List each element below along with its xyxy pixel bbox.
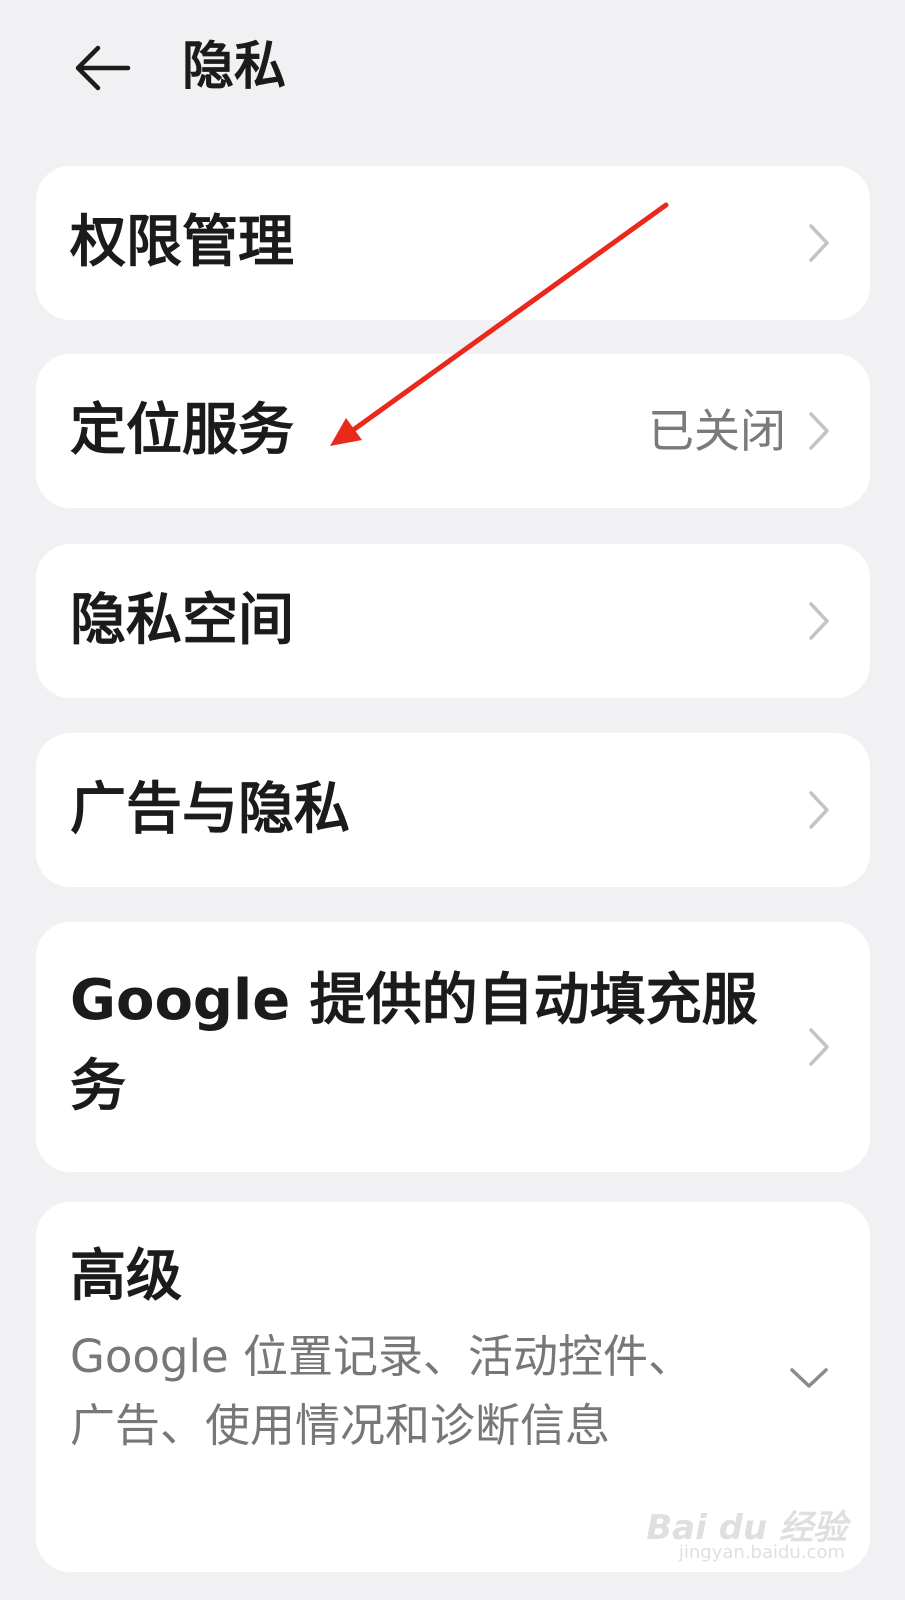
chevron-right-icon [809,412,829,450]
chevron-right-icon [809,1028,829,1066]
baidu-jingyan-watermark: Bai du 经验 jingyan.baidu.com [646,1500,847,1570]
page-title: 隐私 [182,37,287,97]
ads-privacy-label: 广告与隐私 [70,777,350,842]
arrow-left-icon [75,45,131,91]
back-button[interactable] [64,30,140,106]
ads-privacy-item[interactable]: 广告与隐私 [36,733,870,887]
header-bar: 隐私 [0,0,905,140]
location-service-item[interactable]: 定位服务 已关闭 [36,354,870,508]
private-space-item[interactable]: 隐私空间 [36,544,870,698]
private-space-label: 隐私空间 [70,588,294,653]
google-autofill-item[interactable]: Google 提供的自动填充服务 [36,922,870,1172]
location-service-status: 已关闭 [648,404,786,458]
chevron-right-icon [809,602,829,640]
permission-management-item[interactable]: 权限管理 [36,166,870,320]
watermark-url: jingyan.baidu.com [678,1542,845,1563]
permission-management-label: 权限管理 [70,210,294,275]
chevron-down-icon[interactable] [788,1365,830,1391]
google-autofill-label: Google 提供的自动填充服务 [70,968,758,1119]
advanced-description: Google 位置记录、活动控件、广告、使用情况和诊断信息 [70,1330,693,1452]
location-service-label: 定位服务 [70,398,294,463]
chevron-right-icon [809,791,829,829]
advanced-label: 高级 [70,1244,182,1309]
chevron-right-icon [809,224,829,262]
